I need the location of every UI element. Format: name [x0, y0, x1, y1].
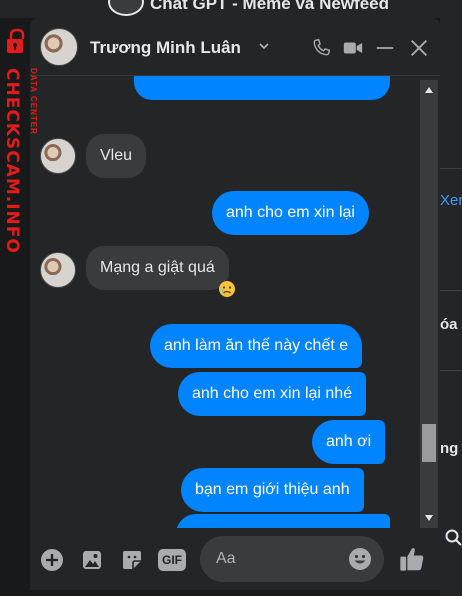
- message-input-placeholder: Aa: [216, 550, 236, 567]
- divider: [440, 168, 462, 169]
- message-input[interactable]: Aa: [200, 536, 384, 582]
- scroll-up-arrow-icon[interactable]: [424, 86, 434, 94]
- chat-header: Trương Minh Luân: [30, 18, 440, 76]
- add-circle-icon[interactable]: [40, 548, 64, 572]
- lock-icon: [7, 28, 25, 53]
- watermark-subtitle: DATA CENTER: [29, 68, 38, 135]
- watermark-brand: CHECKSCAM.INFO: [2, 68, 22, 254]
- photo-icon[interactable]: [80, 548, 104, 572]
- message-outgoing: anh cho em xin lại: [212, 191, 369, 235]
- close-icon[interactable]: [408, 37, 430, 59]
- message-outgoing: nữa: [134, 76, 390, 100]
- message-outgoing: bạn em giới thiệu anh: [181, 468, 364, 512]
- message-outgoing: anh làm ăn thế này chết e: [150, 324, 363, 368]
- divider: [440, 370, 462, 371]
- scrollbar[interactable]: [420, 80, 438, 528]
- contact-avatar[interactable]: [40, 28, 78, 66]
- minimize-icon[interactable]: [374, 37, 396, 59]
- contact-avatar[interactable]: [40, 252, 76, 288]
- background-page-title: Chat GPT - Meme và Newfeed: [150, 0, 390, 13]
- background-link[interactable]: Xem: [440, 192, 462, 209]
- scrollbar-thumb[interactable]: [422, 424, 436, 462]
- message-list[interactable]: nữa Vleu anh cho em xin lại Mạng a giật …: [30, 76, 440, 528]
- contact-name[interactable]: Trương Minh Luân: [90, 38, 241, 58]
- chevron-down-icon[interactable]: [258, 40, 270, 52]
- message-incoming: Vleu: [86, 134, 147, 178]
- background-right-panel: [440, 18, 462, 596]
- page: Chat GPT - Meme và Newfeed Xem óa ng Trư…: [0, 0, 462, 596]
- background-label: óa: [440, 316, 458, 333]
- message-outgoing-partial: [176, 514, 390, 528]
- sticker-icon[interactable]: [120, 548, 144, 572]
- message-incoming: Mạng a giật quá: [86, 246, 229, 290]
- checkscam-watermark: CHECKSCAM.INFO DATA CENTER: [0, 28, 44, 258]
- contact-avatar[interactable]: [40, 138, 76, 174]
- gif-icon[interactable]: GIF: [158, 549, 186, 571]
- message-outgoing: anh ơi: [312, 420, 386, 464]
- scroll-down-arrow-icon[interactable]: [424, 514, 434, 522]
- background-label: ng: [440, 440, 459, 457]
- chat-window: Trương Minh Luân nữa Vleu anh: [30, 18, 440, 590]
- message-composer: GIF Aa: [30, 528, 440, 590]
- emoji-icon[interactable]: [348, 547, 372, 571]
- thumbs-up-icon[interactable]: [398, 545, 426, 573]
- sad-face-emoji-icon: [219, 281, 235, 297]
- divider: [440, 290, 462, 291]
- phone-icon[interactable]: [310, 37, 332, 59]
- video-camera-icon[interactable]: [342, 37, 364, 59]
- message-outgoing: anh cho em xin lại nhé: [178, 372, 367, 416]
- search-icon[interactable]: [444, 528, 462, 546]
